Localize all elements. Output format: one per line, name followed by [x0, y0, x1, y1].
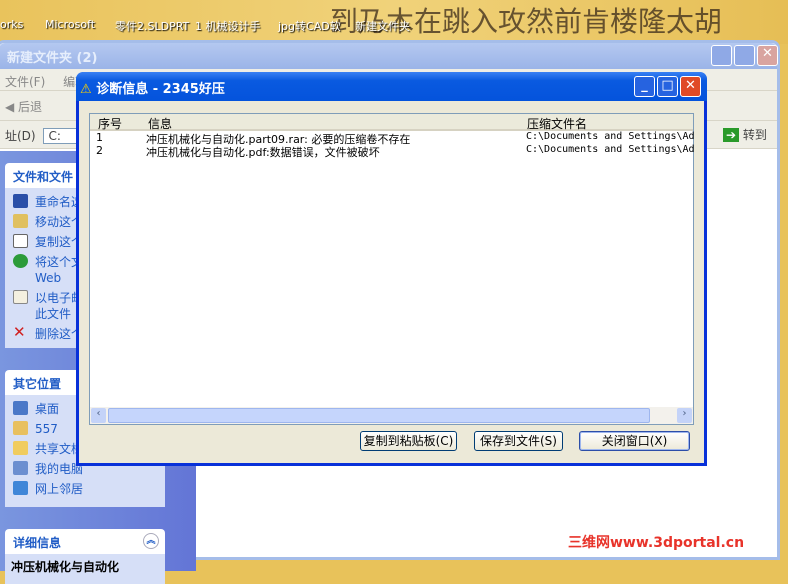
cell-no: 2: [96, 144, 103, 157]
desktop-icon[interactable]: Microsoft: [45, 18, 95, 31]
diagnostic-list[interactable]: 序号 信息 压缩文件名 1 冲压机械化与自动化.part09.rar: 必要的压…: [89, 113, 695, 425]
dialog-titlebar[interactable]: ⚠ 诊断信息 - 2345好压 _ □ ✕: [76, 72, 707, 101]
table-row[interactable]: 1 冲压机械化与自动化.part09.rar: 必要的压缩卷不存在 C:\Doc…: [90, 131, 695, 146]
column-header-no[interactable]: 序号: [98, 115, 122, 132]
maximize-button[interactable]: □: [657, 76, 678, 97]
back-button[interactable]: ◀ 后退: [5, 100, 42, 114]
move-icon: [13, 214, 28, 228]
watermark: 三维网www.3dportal.cn: [568, 535, 745, 551]
dialog-body: 序号 信息 压缩文件名 1 冲压机械化与自动化.part09.rar: 必要的压…: [79, 101, 704, 463]
minimize-button[interactable]: [711, 45, 732, 66]
maximize-button[interactable]: [734, 45, 755, 66]
back-label: 后退: [18, 100, 43, 114]
place-label: 网上邻居: [35, 482, 84, 496]
details-title: 详细信息: [13, 536, 62, 550]
scroll-left-button[interactable]: ‹: [91, 408, 106, 423]
desktop-icon[interactable]: 1 机械设计手: [195, 18, 261, 34]
collapse-chevron-icon[interactable]: ︽: [143, 533, 159, 549]
desktop-icon[interactable]: 零件2.SLDPRT: [115, 18, 189, 34]
desktop-icon: [13, 401, 28, 415]
folder-icon: [13, 441, 28, 455]
close-button[interactable]: ✕: [757, 45, 778, 66]
column-header-info[interactable]: 信息: [148, 115, 172, 132]
desktop: 到乃木在跳入攻然前肯楼隆太胡 orks Microsoft 零件2.SLDPRT…: [0, 0, 788, 44]
cell-archive: C:\Documents and Settings\Ad: [526, 131, 695, 142]
place-network[interactable]: 网上邻居: [11, 479, 159, 499]
close-button[interactable]: ✕: [680, 76, 701, 97]
explorer-titlebar[interactable]: 新建文件夹 (2) ✕: [0, 43, 778, 69]
list-header: 序号 信息 压缩文件名: [90, 114, 693, 131]
place-label: 桌面: [35, 402, 60, 416]
go-arrow-icon: ➔: [723, 128, 740, 142]
warning-icon: ⚠: [80, 82, 92, 97]
minimize-button[interactable]: _: [634, 76, 655, 97]
diagnostic-dialog: ⚠ 诊断信息 - 2345好压 _ □ ✕ 序号 信息 压缩文件名 1 冲压机械…: [76, 72, 707, 466]
column-header-archive[interactable]: 压缩文件名: [527, 115, 587, 132]
cell-archive: C:\Documents and Settings\Ad: [526, 144, 695, 155]
address-label: 址(D): [5, 129, 36, 143]
network-icon: [13, 481, 28, 495]
table-row[interactable]: 2 冲压机械化与自动化.pdf:数据错误，文件被破坏 C:\Documents …: [90, 144, 695, 159]
dialog-title: 诊断信息 - 2345好压: [96, 82, 225, 97]
menu-file[interactable]: 文件(F): [5, 75, 45, 89]
rename-icon: [13, 194, 28, 208]
go-button[interactable]: ➔ 转到: [723, 126, 767, 143]
copy-to-clipboard-button[interactable]: 复制到粘贴板(C): [360, 431, 457, 451]
scroll-right-button[interactable]: ›: [677, 408, 692, 423]
desktop-icon[interactable]: 新建文件夹: [355, 18, 410, 34]
desktop-icon[interactable]: orks: [0, 18, 23, 31]
go-label: 转到: [742, 128, 767, 142]
folder-icon: [13, 421, 28, 435]
cell-info: 冲压机械化与自动化.pdf:数据错误，文件被破坏: [146, 146, 380, 159]
desktop-icon[interactable]: jpg转CAD软: [278, 18, 341, 34]
scrollbar-thumb[interactable]: [108, 408, 650, 423]
panel-title-details[interactable]: 详细信息 ︽: [5, 529, 165, 554]
close-window-button[interactable]: 关闭窗口(X): [579, 431, 690, 451]
delete-x-icon: ✕: [13, 323, 26, 341]
explorer-title: 新建文件夹 (2): [7, 51, 98, 66]
envelope-icon: [13, 290, 28, 304]
globe-icon: [13, 254, 28, 268]
computer-icon: [13, 461, 28, 475]
cell-no: 1: [96, 131, 103, 144]
copy-icon: [13, 234, 28, 248]
details-filename: 冲压机械化与自动化: [5, 554, 165, 584]
place-label: 557: [35, 422, 58, 436]
save-to-file-button[interactable]: 保存到文件(S): [474, 431, 563, 451]
horizontal-scrollbar[interactable]: ‹ ›: [90, 407, 693, 424]
